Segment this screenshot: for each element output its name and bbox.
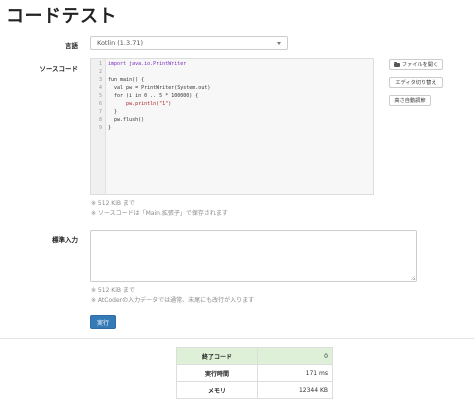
editor-gutter: 1 2 3 4 5 6 7 8 9 xyxy=(91,59,106,194)
stdin-textarea[interactable] xyxy=(90,230,417,282)
exec-time-value: 171 ms xyxy=(257,364,333,382)
folder-open-icon xyxy=(393,61,400,67)
line-number: 5 xyxy=(98,93,102,99)
language-label: 言語 xyxy=(65,42,78,50)
exit-code-value: 0 xyxy=(257,347,333,365)
divider xyxy=(0,338,474,339)
auto-height-button[interactable]: 高さ自動調節 xyxy=(389,95,431,106)
source-size-help: ※ 512 KiB まで xyxy=(91,200,135,207)
line-number: 7 xyxy=(98,109,102,115)
code-line: val pw = PrintWriter(System.out) xyxy=(108,85,211,91)
line-number: 4 xyxy=(98,85,102,91)
result-table: 終了コード 0 実行時間 171 ms メモリ 12344 KB xyxy=(176,347,333,399)
code-line: pw.println("1") xyxy=(108,101,172,107)
toggle-editor-button[interactable]: エディタ切り替え xyxy=(389,77,443,88)
exec-time-label: 実行時間 xyxy=(176,364,258,382)
code-line: } xyxy=(108,125,112,131)
line-number: 3 xyxy=(98,77,102,83)
exit-code-label: 終了コード xyxy=(176,347,258,365)
chevron-down-icon xyxy=(277,42,281,45)
code-line: fun main() { xyxy=(108,77,145,83)
source-save-help: ※ ソースコードは「Main.拡張子」で保存されます xyxy=(91,210,228,217)
line-number: 6 xyxy=(98,101,102,107)
language-selected-value: Kotlin (1.3.71) xyxy=(97,39,144,47)
run-button[interactable]: 実行 xyxy=(90,315,116,329)
code-line: } xyxy=(108,109,118,115)
line-number: 9 xyxy=(98,125,102,131)
code-line: import java.io.PrintWriter xyxy=(108,61,187,67)
table-row: 終了コード 0 xyxy=(176,347,333,365)
memory-label: メモリ xyxy=(176,381,258,399)
stdin-newline-help: ※ AtCoderの入力データでは通常、末尾にも改行が入ります xyxy=(91,297,255,304)
source-code-editor[interactable]: 1 2 3 4 5 6 7 8 9 import java.io.PrintWr… xyxy=(90,58,374,195)
language-select[interactable]: Kotlin (1.3.71) xyxy=(90,36,288,50)
stdin-label: 標準入力 xyxy=(52,236,78,244)
auto-height-label: 高さ自動調節 xyxy=(394,98,426,104)
resize-grip-icon[interactable] xyxy=(411,276,415,280)
code-line: pw.flush() xyxy=(108,117,145,123)
memory-value: 12344 KB xyxy=(257,381,333,399)
source-code-label: ソースコード xyxy=(39,65,78,73)
line-number: 2 xyxy=(98,69,102,75)
line-number: 1 xyxy=(98,61,102,67)
line-number: 8 xyxy=(98,117,102,123)
toggle-editor-label: エディタ切り替え xyxy=(395,80,437,86)
stdin-size-help: ※ 512 KiB まで xyxy=(91,287,135,294)
page-title: コードテスト xyxy=(6,6,117,27)
code-line: for (i in 0 .. 5 * 100000) { xyxy=(108,93,199,99)
table-row: メモリ 12344 KB xyxy=(176,381,333,399)
open-file-label: ファイルを開く xyxy=(401,62,439,68)
open-file-button[interactable]: ファイルを開く xyxy=(389,59,443,70)
table-row: 実行時間 171 ms xyxy=(176,364,333,382)
